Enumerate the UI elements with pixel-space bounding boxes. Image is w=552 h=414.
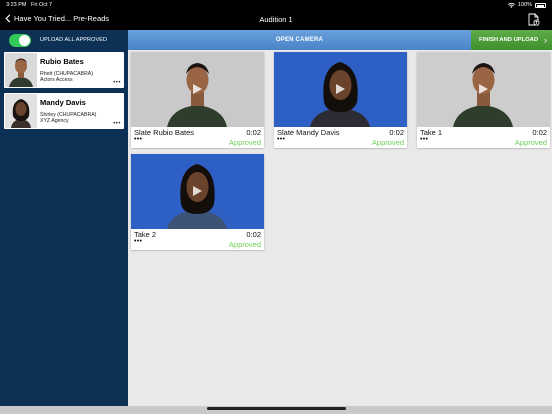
play-icon[interactable] — [191, 83, 203, 95]
actor-agency: XYZ Agency — [40, 118, 69, 124]
play-icon[interactable] — [191, 185, 203, 197]
actor-photo-rubio-bates — [5, 53, 37, 87]
actor-name: Rubio Bates — [40, 57, 84, 66]
play-icon[interactable] — [334, 83, 346, 95]
clip-status: Approved — [228, 240, 261, 249]
clip-more-button[interactable]: ••• — [420, 136, 428, 143]
chevron-right-icon: › — [544, 35, 547, 45]
clip-status: Approved — [371, 138, 404, 147]
clip-status: Approved — [514, 138, 547, 147]
clip-tile[interactable]: Take 2 0:02 ••• Approved — [131, 154, 264, 250]
app-screen: 3:23 PM Fri Oct 7 100% Have You Tried...… — [0, 0, 552, 414]
upload-all-approved-row: UPLOAD ALL APPROVED — [0, 30, 128, 50]
document-upload-icon[interactable] — [528, 13, 540, 26]
clip-duration: 0:02 — [246, 128, 261, 137]
clip-status: Approved — [228, 138, 261, 147]
clip-tile[interactable]: Slate Rubio Bates 0:02 ••• Approved — [131, 52, 264, 148]
status-time: 3:23 PM — [6, 2, 27, 8]
upload-all-approved-label: UPLOAD ALL APPROVED — [40, 37, 108, 43]
finish-and-upload-button[interactable]: FINISH AND UPLOAD › — [471, 30, 552, 50]
clip-duration: 0:02 — [389, 128, 404, 137]
actor-card-rubio-bates[interactable]: Rubio Bates Rhett (CHUPACABRA) Actors Ac… — [4, 52, 124, 88]
upload-all-approved-toggle[interactable] — [9, 34, 31, 47]
battery-percent: 100% — [517, 2, 532, 8]
actor-card-mandy-davis[interactable]: Mandy Davis Shirley (CHUPACABRA) XYZ Age… — [4, 93, 124, 129]
clip-more-button[interactable]: ••• — [134, 136, 142, 143]
actor-more-button[interactable]: ••• — [113, 80, 121, 86]
status-right: 100% — [507, 2, 546, 8]
clip-more-button[interactable]: ••• — [134, 238, 142, 245]
navigation-bar: Have You Tried... Pre-Reads Audition 1 — [0, 10, 552, 30]
battery-icon — [535, 2, 546, 8]
actor-name: Mandy Davis — [40, 98, 86, 107]
play-icon[interactable] — [477, 83, 489, 95]
clip-tile[interactable]: Take 1 0:02 ••• Approved — [417, 52, 550, 148]
status-date: Fri Oct 7 — [31, 2, 53, 8]
finish-and-upload-label: FINISH AND UPLOAD — [479, 37, 539, 43]
actor-photo-mandy-davis — [5, 94, 37, 128]
clip-label: Slate Mandy Davis — [277, 128, 340, 137]
clip-tile[interactable]: Slate Mandy Davis 0:02 ••• Approved — [274, 52, 407, 148]
clip-duration: 0:02 — [246, 230, 261, 239]
status-bar: 3:23 PM Fri Oct 7 100% — [0, 0, 552, 10]
home-indicator[interactable] — [207, 407, 346, 410]
toggle-knob — [19, 35, 30, 46]
clip-more-button[interactable]: ••• — [277, 136, 285, 143]
clip-duration: 0:02 — [532, 128, 547, 137]
actor-agency: Actors Access — [40, 77, 73, 83]
actor-more-button[interactable]: ••• — [113, 121, 121, 127]
wifi-icon — [507, 2, 515, 8]
page-title: Audition 1 — [259, 15, 293, 24]
open-camera-button[interactable]: OPEN CAMERA — [128, 30, 471, 50]
clips-grid: Slate Rubio Bates 0:02 ••• Approved Slat… — [128, 50, 552, 406]
clip-label: Slate Rubio Bates — [134, 128, 195, 137]
actor-sidebar: UPLOAD ALL APPROVED Rubio Bates Rhett (C… — [0, 30, 128, 406]
